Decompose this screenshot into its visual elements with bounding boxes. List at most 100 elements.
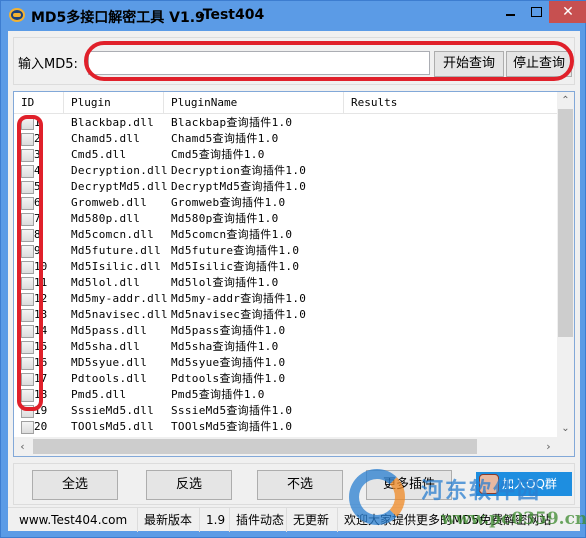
cell-plugin: Md5comcn.dll <box>71 228 155 241</box>
row-checkbox[interactable] <box>21 405 34 418</box>
join-qq-label: 加入QQ群 <box>502 477 557 491</box>
column-header-results[interactable]: Results <box>344 92 558 114</box>
table-row[interactable]: 2 Chamd5.dll Chamd5查询插件1.0 <box>14 131 558 147</box>
md5-input[interactable] <box>88 51 430 75</box>
qq-avatar-icon <box>479 474 499 494</box>
row-checkbox[interactable] <box>21 133 34 146</box>
cell-plugin: Md5navisec.dll <box>71 308 168 321</box>
cell-id: 9 <box>34 244 41 257</box>
row-checkbox[interactable] <box>21 117 34 130</box>
scroll-down-icon[interactable]: ⌄ <box>557 420 574 437</box>
table-row[interactable]: 4 Decryption.dll Decryption查询插件1.0 <box>14 163 558 179</box>
cell-plugin: Chamd5.dll <box>71 132 141 145</box>
column-header-id[interactable]: ID <box>14 92 64 114</box>
cell-plugin-name: Cmd5查询插件1.0 <box>171 148 265 161</box>
cell-plugin-name: Gromweb查询插件1.0 <box>171 196 286 209</box>
vertical-scrollbar[interactable]: ⌃ ⌄ <box>557 92 574 437</box>
row-checkbox[interactable] <box>21 341 34 354</box>
cell-plugin: Md5lol.dll <box>71 276 141 289</box>
table-row[interactable]: 17 Pdtools.dll Pdtools查询插件1.0 <box>14 371 558 387</box>
table-row[interactable]: 12 Md5my-addr.dll Md5my-addr查询插件1.0 <box>14 291 558 307</box>
cell-id: 14 <box>34 324 48 337</box>
row-checkbox[interactable] <box>21 357 34 370</box>
horizontal-scrollbar[interactable]: ‹ › <box>14 437 574 456</box>
stop-query-button[interactable]: 停止查询 <box>506 51 572 77</box>
scroll-left-icon[interactable]: ‹ <box>14 437 31 456</box>
row-checkbox[interactable] <box>21 293 34 306</box>
close-button[interactable]: ✕ <box>549 1 586 23</box>
row-checkbox[interactable] <box>21 181 34 194</box>
status-latest-version: 1.9 <box>200 508 230 532</box>
scroll-up-icon[interactable]: ⌃ <box>557 92 574 109</box>
table-row[interactable]: 5 DecryptMd5.dll DecryptMd5查询插件1.0 <box>14 179 558 195</box>
table-row[interactable]: 13 Md5navisec.dll Md5navisec查询插件1.0 <box>14 307 558 323</box>
invert-selection-button[interactable]: 反选 <box>146 470 232 500</box>
table-row[interactable]: 11 Md5lol.dll Md5lol查询插件1.0 <box>14 275 558 291</box>
cell-plugin: Pdtools.dll <box>71 372 148 385</box>
cell-plugin: DecryptMd5.dll <box>71 180 168 193</box>
select-all-button[interactable]: 全选 <box>32 470 118 500</box>
cell-plugin-name: Chamd5查询插件1.0 <box>171 132 279 145</box>
row-checkbox[interactable] <box>21 165 34 178</box>
table-row[interactable]: 1 Blackbap.dll Blackbap查询插件1.0 <box>14 115 558 131</box>
table-row[interactable]: 19 SssieMd5.dll SssieMd5查询插件1.0 <box>14 403 558 419</box>
cell-plugin-name: Md5future查询插件1.0 <box>171 244 300 257</box>
minimize-button[interactable] <box>497 1 523 23</box>
more-plugins-button[interactable]: 更多插件 <box>366 470 452 500</box>
query-group: 输入MD5: 开始查询 停止查询 <box>13 37 575 85</box>
md5-label: 输入MD5: <box>18 57 78 72</box>
table-row[interactable]: 7 Md580p.dll Md580p查询插件1.0 <box>14 211 558 227</box>
table-row[interactable]: 15 Md5sha.dll Md5sha查询插件1.0 <box>14 339 558 355</box>
title-bar[interactable]: MD5多接口解密工具 V1.9 -Test404 ✕ <box>1 1 586 31</box>
cell-plugin-name: Md5pass查询插件1.0 <box>171 324 286 337</box>
row-checkbox[interactable] <box>21 277 34 290</box>
plugin-list[interactable]: ID Plugin PluginName Results 1 Blackbap.d… <box>13 91 575 457</box>
row-checkbox[interactable] <box>21 389 34 402</box>
cell-plugin: Md580p.dll <box>71 212 141 225</box>
horizontal-scroll-thumb[interactable] <box>33 439 477 454</box>
cell-plugin-name: Md5navisec查询插件1.0 <box>171 308 307 321</box>
cell-plugin: MD5syue.dll <box>71 356 148 369</box>
table-row[interactable]: 3 Cmd5.dll Cmd5查询插件1.0 <box>14 147 558 163</box>
vertical-scroll-thumb[interactable] <box>558 109 573 337</box>
row-checkbox[interactable] <box>21 245 34 258</box>
status-website[interactable]: www.Test404.com <box>8 508 138 532</box>
table-row[interactable]: 10 Md5Isilic.dll Md5Isilic查询插件1.0 <box>14 259 558 275</box>
list-body: 1 Blackbap.dll Blackbap查询插件1.0 2 Chamd5.dll C… <box>14 115 558 437</box>
row-checkbox[interactable] <box>21 261 34 274</box>
column-header-pluginname[interactable]: PluginName <box>164 92 344 114</box>
cell-plugin-name: Md580p查询插件1.0 <box>171 212 279 225</box>
table-row[interactable]: 20 TOOlsMd5.dll TOOlsMd5查询插件1.0 <box>14 419 558 435</box>
list-header: ID Plugin PluginName Results <box>14 92 558 114</box>
cell-id: 1 <box>34 116 41 129</box>
cell-plugin: Decryption.dll <box>71 164 168 177</box>
row-checkbox[interactable] <box>21 149 34 162</box>
table-row[interactable]: 6 Gromweb.dll Gromweb查询插件1.0 <box>14 195 558 211</box>
cell-plugin-name: Md5comcn查询插件1.0 <box>171 228 293 241</box>
cell-plugin-name: TOOlsMd5查询插件1.0 <box>171 420 293 433</box>
row-checkbox[interactable] <box>21 421 34 434</box>
row-checkbox[interactable] <box>21 197 34 210</box>
scroll-right-icon[interactable]: › <box>540 437 557 456</box>
column-header-plugin[interactable]: Plugin <box>64 92 164 114</box>
table-row[interactable]: 14 Md5pass.dll Md5pass查询插件1.0 <box>14 323 558 339</box>
join-qq-group-button[interactable]: 加入QQ群 <box>476 472 572 496</box>
row-checkbox[interactable] <box>21 213 34 226</box>
table-row[interactable]: 18 Pmd5.dll Pmd5查询插件1.0 <box>14 387 558 403</box>
cell-plugin: SssieMd5.dll <box>71 404 155 417</box>
cell-plugin-name: Md5my-addr查询插件1.0 <box>171 292 307 305</box>
select-none-button[interactable]: 不选 <box>257 470 343 500</box>
cell-id: 20 <box>34 420 48 433</box>
row-checkbox[interactable] <box>21 309 34 322</box>
cell-plugin: Blackbap.dll <box>71 116 155 129</box>
row-checkbox[interactable] <box>21 325 34 338</box>
client-area: 输入MD5: 开始查询 停止查询 ID Plugin PluginName Re… <box>8 31 580 532</box>
cell-plugin: Md5pass.dll <box>71 324 148 337</box>
table-row[interactable]: 16 MD5syue.dll Md5syue查询插件1.0 <box>14 355 558 371</box>
row-checkbox[interactable] <box>21 229 34 242</box>
row-checkbox[interactable] <box>21 373 34 386</box>
maximize-button[interactable] <box>523 1 549 23</box>
start-query-button[interactable]: 开始查询 <box>434 51 504 77</box>
table-row[interactable]: 9 Md5future.dll Md5future查询插件1.0 <box>14 243 558 259</box>
table-row[interactable]: 8 Md5comcn.dll Md5comcn查询插件1.0 <box>14 227 558 243</box>
